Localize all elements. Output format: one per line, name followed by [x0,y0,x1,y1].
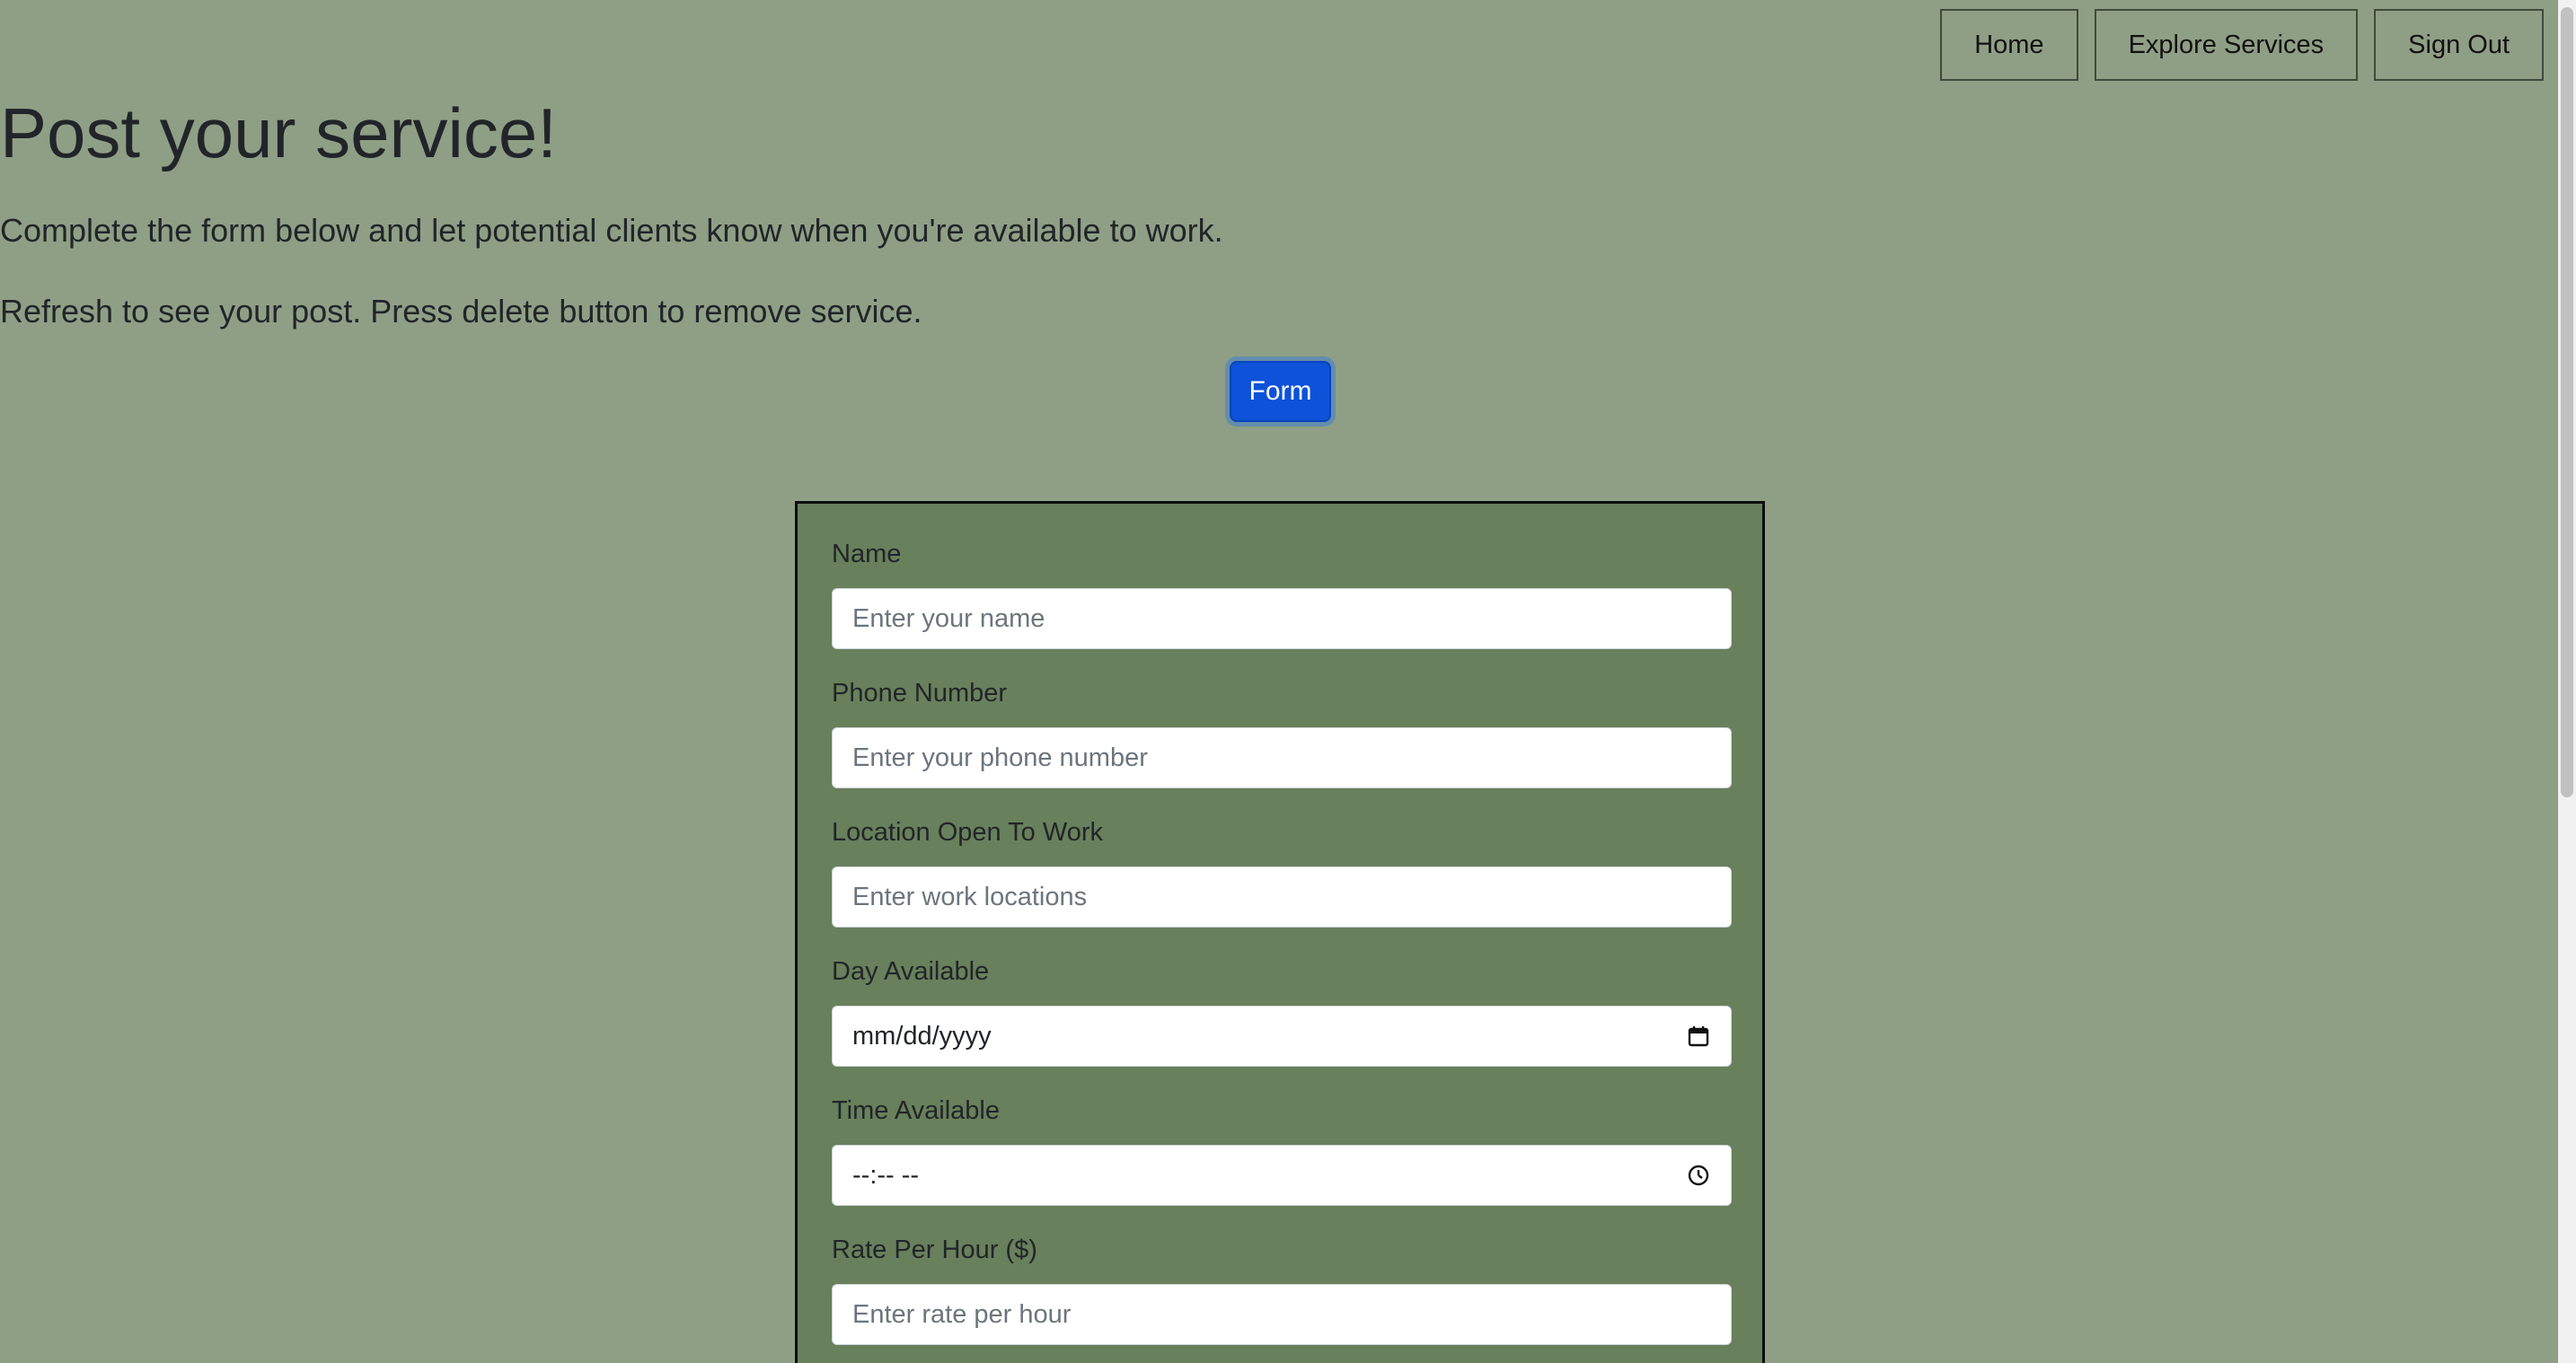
sign-out-button[interactable]: Sign Out [2374,9,2544,81]
name-label: Name [832,540,902,568]
home-button[interactable]: Home [1940,9,2078,81]
phone-label: Phone Number [832,679,1008,708]
explore-services-button[interactable]: Explore Services [2094,9,2359,81]
day-date-input[interactable]: mm/dd/yyyy [832,1006,1732,1067]
page-scrollbar[interactable] [2558,0,2576,1363]
name-placeholder: Enter your name [852,603,1045,633]
rate-input[interactable]: Enter rate per hour [832,1284,1732,1345]
time-label: Time Available [832,1096,1000,1125]
clock-icon[interactable] [1686,1163,1711,1188]
scrollbar-thumb[interactable] [2561,7,2573,797]
rate-placeholder: Enter rate per hour [852,1299,1072,1329]
time-input[interactable]: --:-- -- [832,1145,1732,1206]
day-label: Day Available [832,957,990,986]
time-value: --:-- -- [852,1160,920,1190]
rate-label: Rate Per Hour ($) [832,1235,1037,1264]
phone-placeholder: Enter your phone number [852,743,1148,772]
top-nav: Home Explore Services Sign Out [1940,9,2544,81]
location-placeholder: Enter work locations [852,882,1088,911]
form-toggle-button[interactable]: Form [1230,361,1331,422]
location-input[interactable]: Enter work locations [832,866,1732,928]
day-value: mm/dd/yyyy [852,1021,992,1051]
name-input[interactable]: Enter your name [832,588,1732,649]
intro-text: Complete the form below and let potentia… [0,212,1223,249]
calendar-icon[interactable] [1686,1024,1711,1049]
location-label: Location Open To Work [832,818,1103,847]
phone-input[interactable]: Enter your phone number [832,727,1732,788]
instructions-text: Refresh to see your post. Press delete b… [0,293,922,330]
service-form: Name Enter your name Phone Number Enter … [795,501,1765,1363]
page-title: Post your service! [0,93,557,172]
